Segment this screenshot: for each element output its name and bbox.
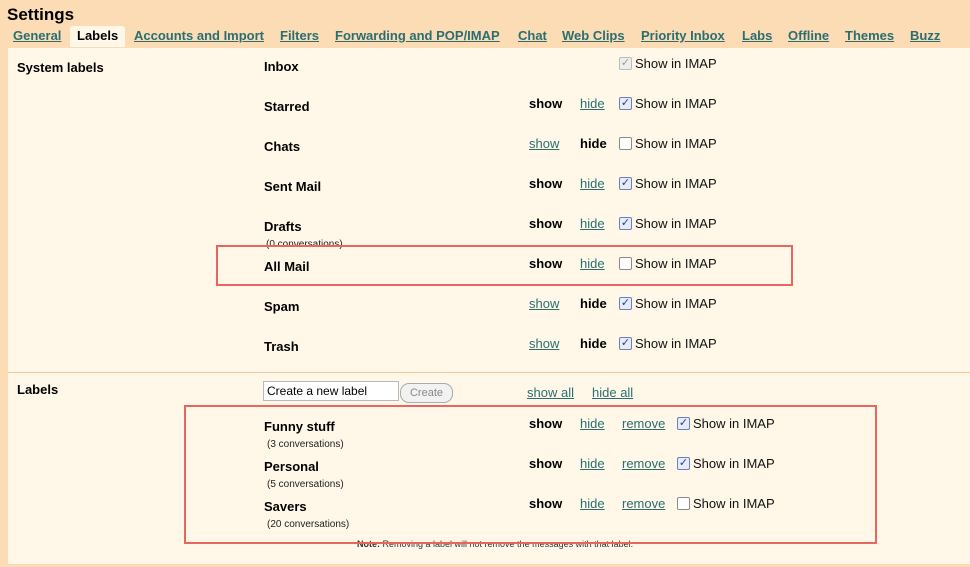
hide-status: hide <box>580 336 607 351</box>
checkbox-icon: ✓ <box>619 57 632 70</box>
system-label-name: Inbox <box>264 59 299 74</box>
tab-themes[interactable]: Themes <box>845 28 894 43</box>
tab-accounts-and-import[interactable]: Accounts and Import <box>134 28 264 43</box>
hide-link[interactable]: hide <box>580 216 605 231</box>
settings-tabs: General Labels Accounts and Import Filte… <box>0 26 970 48</box>
hide-link[interactable]: hide <box>580 96 605 111</box>
tab-labels: Labels <box>70 26 126 47</box>
highlight-box <box>184 405 877 544</box>
show-link[interactable]: show <box>529 136 559 151</box>
imap-label: Show in IMAP <box>635 136 717 151</box>
tab-chat[interactable]: Chat <box>518 28 547 43</box>
imap-label: Show in IMAP <box>635 336 717 351</box>
hide-status: hide <box>580 296 607 311</box>
imap-label: Show in IMAP <box>635 96 717 111</box>
hide-status: hide <box>580 136 607 151</box>
tab-general[interactable]: General <box>13 28 61 43</box>
show-link[interactable]: show <box>529 296 559 311</box>
labels-heading: Labels <box>17 382 59 397</box>
system-label-name: Sent Mail <box>264 179 322 194</box>
hide-link[interactable]: hide <box>580 176 605 191</box>
checkbox-icon[interactable]: ✓ <box>619 297 632 310</box>
show-status: show <box>529 96 563 111</box>
imap-label: Show in IMAP <box>635 176 717 191</box>
tab-priority-inbox[interactable]: Priority Inbox <box>641 28 725 43</box>
tab-filters[interactable]: Filters <box>280 28 319 43</box>
checkbox-icon[interactable]: ✓ <box>619 97 632 110</box>
system-label-name: Drafts <box>264 219 302 234</box>
tab-labs[interactable]: Labs <box>742 28 772 43</box>
system-label-name: Trash <box>264 339 299 354</box>
show-status: show <box>529 176 563 191</box>
tab-offline[interactable]: Offline <box>788 28 829 43</box>
checkbox-icon[interactable]: ✓ <box>619 177 632 190</box>
system-labels-heading: System labels <box>17 60 104 75</box>
tab-web-clips[interactable]: Web Clips <box>562 28 625 43</box>
show-status: show <box>529 216 563 231</box>
system-label-name: Chats <box>264 139 301 154</box>
new-label-input[interactable] <box>263 381 399 401</box>
show-link[interactable]: show <box>529 336 559 351</box>
checkbox-icon[interactable] <box>619 137 632 150</box>
show-all-link[interactable]: show all <box>527 385 574 400</box>
tab-forwarding-pop-imap[interactable]: Forwarding and POP/IMAP <box>335 28 500 43</box>
system-label-name: Spam <box>264 299 300 314</box>
imap-label: Show in IMAP <box>635 216 717 231</box>
create-label-button[interactable]: Create <box>400 383 453 403</box>
hide-all-link[interactable]: hide all <box>592 385 633 400</box>
tab-buzz[interactable]: Buzz <box>910 28 940 43</box>
page-title: Settings <box>7 5 75 24</box>
imap-label: Show in IMAP <box>635 296 717 311</box>
checkbox-icon[interactable]: ✓ <box>619 217 632 230</box>
checkbox-icon[interactable]: ✓ <box>619 337 632 350</box>
system-label-name: Starred <box>264 99 310 114</box>
highlight-box <box>216 245 793 286</box>
imap-label: Show in IMAP <box>635 56 717 71</box>
section-divider <box>8 372 970 373</box>
